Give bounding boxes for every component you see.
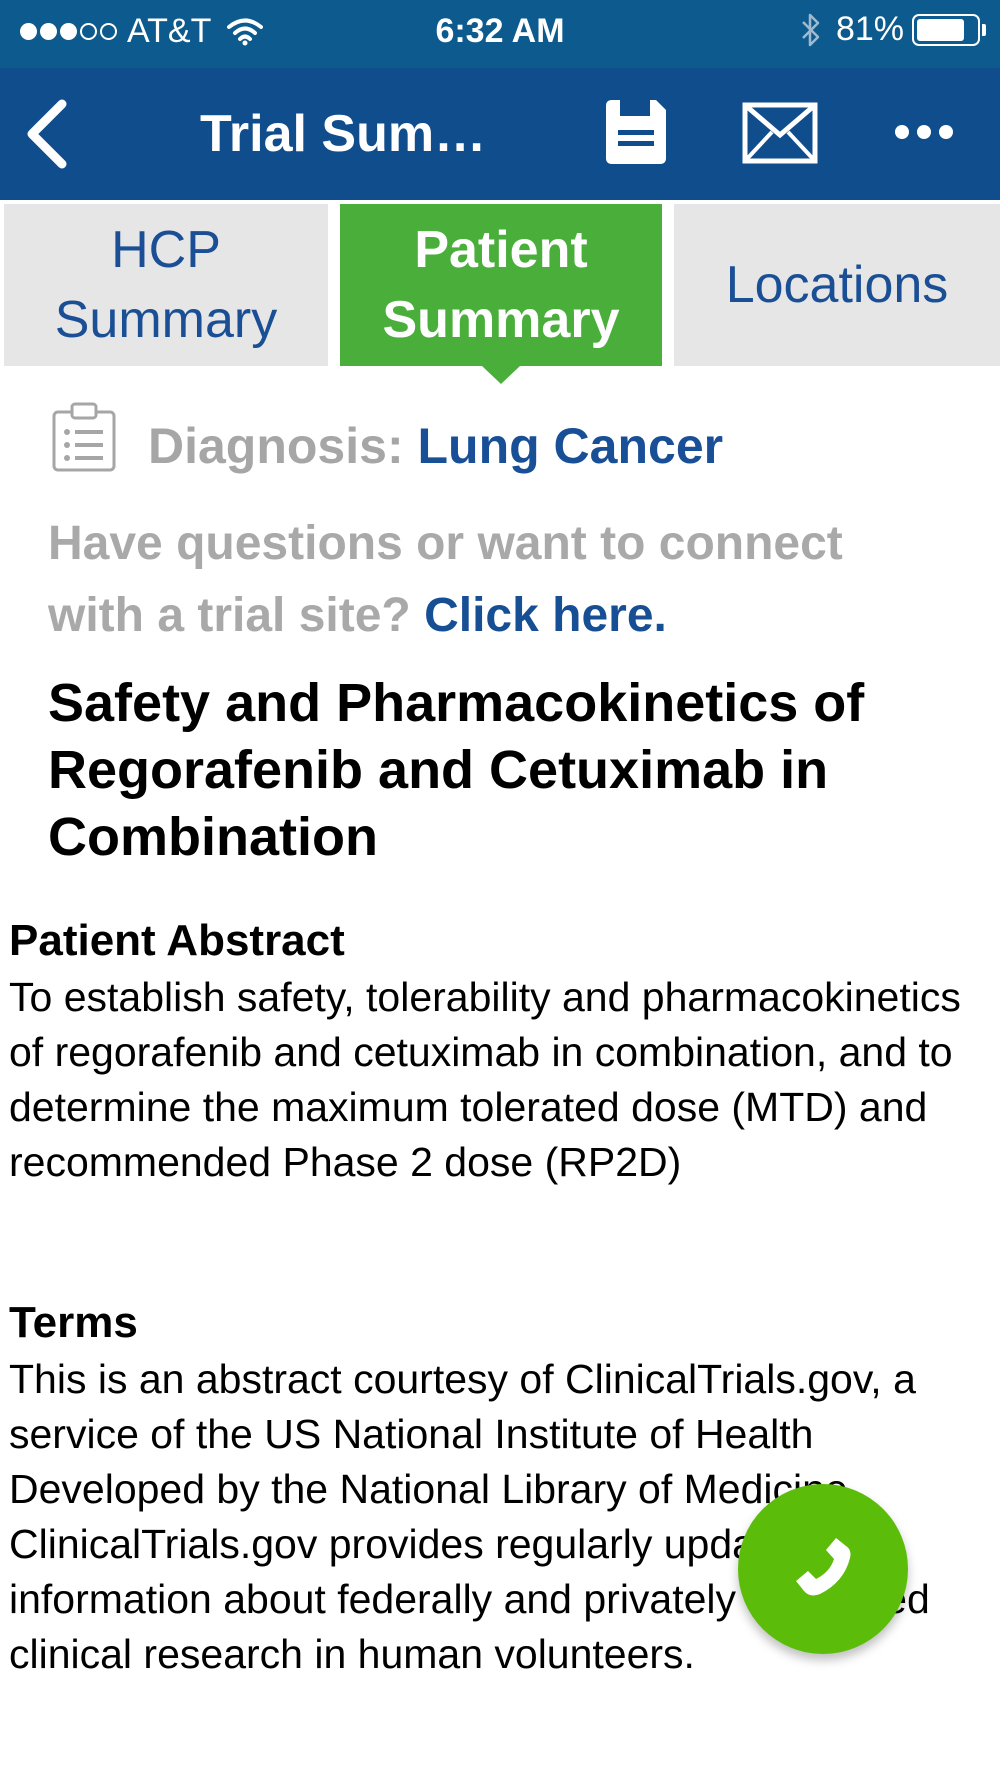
battery-percent: 81% [835, 10, 904, 48]
battery-icon [912, 13, 980, 46]
tab-label-line: HCP [111, 221, 221, 279]
abstract-heading: Patient Abstract [9, 916, 345, 965]
active-tab-pointer [482, 366, 520, 384]
mail-icon[interactable] [742, 102, 818, 164]
tab-label: HCP Summary [55, 215, 277, 355]
terms-heading: Terms [9, 1298, 138, 1347]
phone-icon [796, 1538, 851, 1596]
tab-bar: HCP Summary Patient Summary Locations [0, 200, 1000, 376]
click-here-link[interactable]: Click here. [424, 589, 667, 642]
tab-label-line: Patient [414, 221, 588, 279]
status-bar: AT&T 6:32 AM 81% [0, 0, 1000, 68]
abstract-body: To establish safety, tolerability and ph… [9, 974, 961, 1185]
diagnosis-label: Diagnosis: [148, 418, 404, 474]
save-icon[interactable] [602, 96, 670, 168]
tab-label: Locations [725, 256, 949, 314]
trial-title: Safety and Pharmacokinetics of Regorafen… [48, 673, 865, 867]
contact-prompt: Have questions or want to connect with a… [48, 508, 948, 652]
battery-cap [982, 23, 986, 36]
nav-bar: Trial Summary [0, 68, 1000, 200]
nav-title: Trial Summary [200, 105, 520, 163]
tab-patient-summary[interactable]: Patient Summary [340, 204, 662, 366]
diagnosis-value: Lung Cancer [417, 418, 724, 474]
call-button[interactable] [738, 1484, 908, 1654]
chevron-left-icon[interactable] [22, 96, 82, 172]
tab-locations[interactable]: Locations [674, 204, 1000, 366]
tab-label: Patient Summary [383, 215, 620, 355]
clipboard-icon [52, 402, 116, 472]
tab-label-line: Summary [54, 291, 278, 349]
tab-hcp-summary[interactable]: HCP Summary [4, 204, 328, 366]
battery-fill [917, 18, 964, 41]
more-icon[interactable] [892, 114, 956, 150]
diagnosis: Diagnosis: Lung Cancer [148, 417, 723, 475]
status-right: 81% [800, 10, 986, 49]
bluetooth-icon [802, 13, 820, 46]
tab-label-line: Summary [382, 291, 620, 349]
